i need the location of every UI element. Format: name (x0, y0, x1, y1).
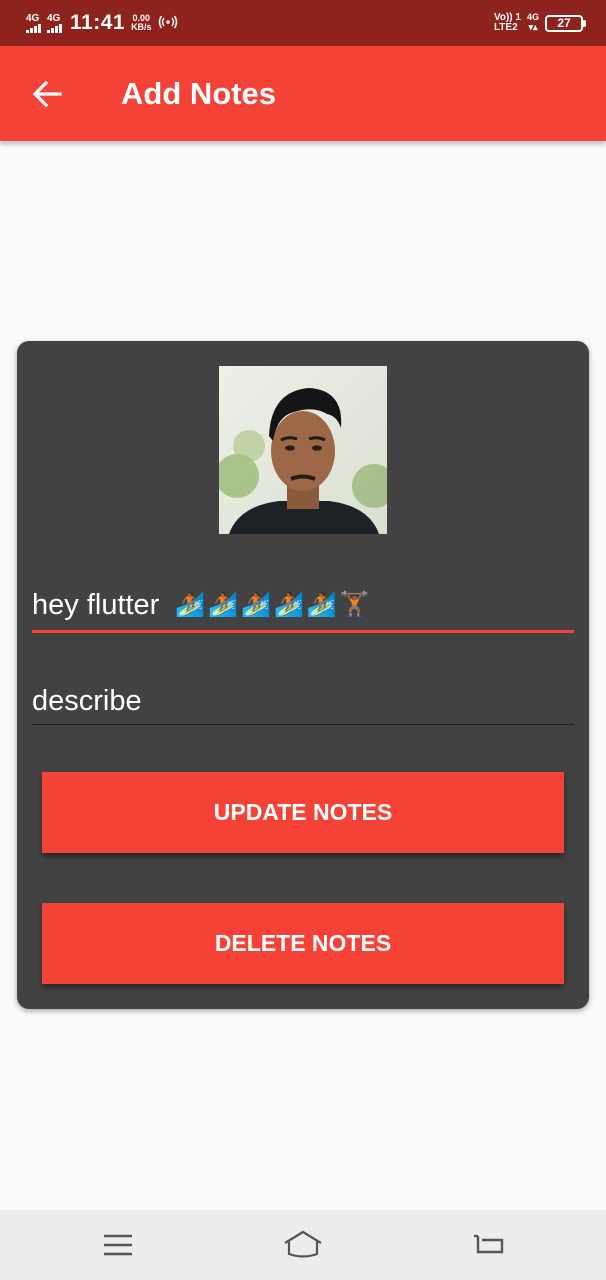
surfer-emoji-icon: 🏄🏾 (175, 591, 206, 618)
title-field[interactable]: hey flutter 🏄🏾 🏄🏾 🏄🏾 🏄🏾 🏄🏾 🏋🏾 (32, 583, 574, 633)
menu-icon (104, 1234, 132, 1256)
sim2-signal-icon: 4G (47, 12, 62, 33)
back-icon (474, 1234, 504, 1254)
surfer-emoji-icon: 🏄🏾 (241, 591, 272, 618)
back-nav-button[interactable] (468, 1228, 508, 1262)
page-title: Add Notes (121, 75, 276, 111)
status-left: 4G 4G 11:41 0.00 KB/s (26, 11, 178, 35)
back-button[interactable] (0, 46, 96, 141)
arrow-left-icon (32, 80, 62, 107)
note-card: hey flutter 🏄🏾 🏄🏾 🏄🏾 🏄🏾 🏄🏾 🏋🏾 describe U… (17, 341, 589, 1009)
app-bar: Add Notes (0, 46, 606, 141)
delete-notes-button[interactable]: DELETE NOTES (42, 903, 564, 984)
home-button[interactable] (283, 1228, 323, 1262)
network-type-icon: 4G ▾▴ (527, 12, 539, 33)
profile-photo[interactable] (219, 366, 387, 534)
status-right: Vo)) 1 LTE2 4G ▾▴ 27 (493, 12, 586, 34)
surfer-emoji-icon: 🏄🏾 (306, 591, 337, 618)
clock: 11:41 (70, 11, 126, 34)
volte-bottom: LTE2 (493, 22, 518, 33)
system-nav-bar (0, 1210, 606, 1280)
battery-icon: 27 (545, 14, 586, 32)
network-speed: 0.00 KB/s (131, 13, 152, 33)
sim1-label: 4G (26, 12, 40, 24)
title-input-value: hey flutter (32, 589, 160, 621)
sim2-label: 4G (47, 12, 61, 24)
status-bar: 4G 4G 11:41 0.00 KB/s Vo)) 1 LTE2 4G ▾▴ … (0, 0, 606, 46)
hotspot-icon (158, 15, 178, 32)
speed-unit: KB/s (131, 22, 152, 32)
update-notes-button[interactable]: UPDATE NOTES (42, 772, 564, 853)
surfer-emoji-icon: 🏄🏾 (274, 591, 304, 618)
surfer-emoji-icon: 🏄🏾 (208, 591, 239, 618)
network-bottom: ▾▴ (528, 22, 538, 32)
title-emojis: 🏄🏾 🏄🏾 🏄🏾 🏄🏾 🏄🏾 🏋🏾 (175, 583, 369, 627)
weightlifter-emoji-icon: 🏋🏾 (339, 591, 370, 618)
sim1-signal-icon: 4G (26, 12, 41, 33)
description-input-value: describe (32, 685, 142, 717)
description-field[interactable]: describe (32, 679, 574, 725)
battery-level: 27 (557, 16, 571, 30)
home-icon (284, 1230, 322, 1258)
recent-apps-button[interactable] (98, 1228, 138, 1262)
volte-indicator: Vo)) 1 LTE2 (493, 12, 521, 34)
